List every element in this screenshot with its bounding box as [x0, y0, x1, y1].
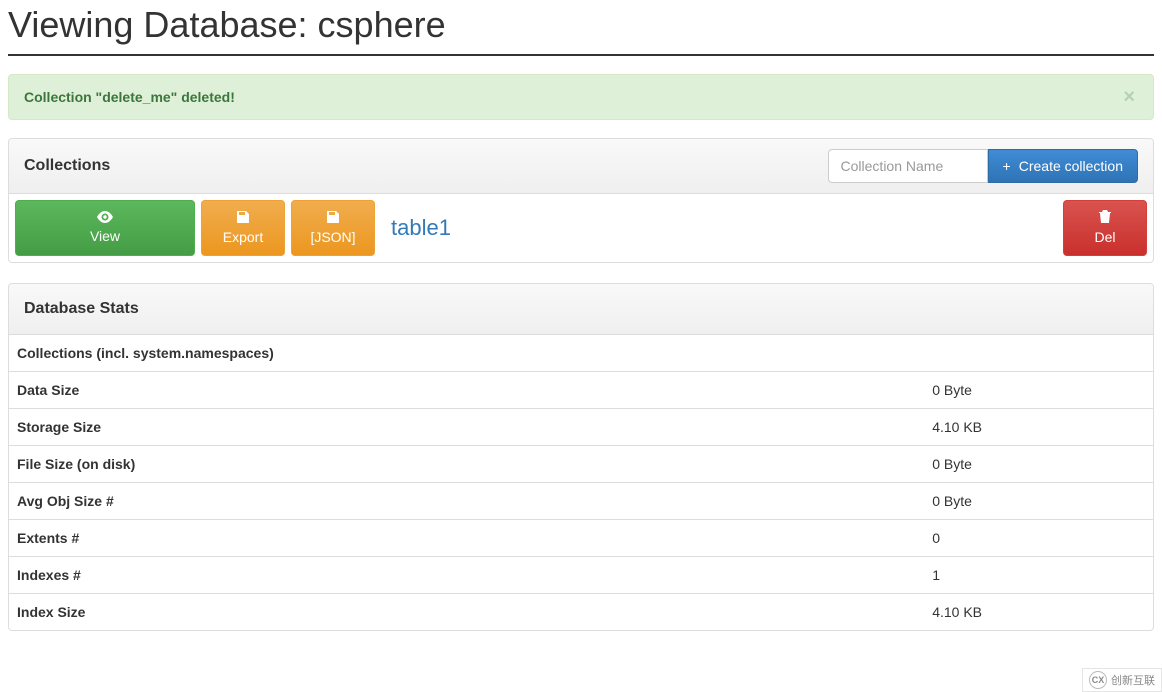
eye-icon: [96, 211, 114, 225]
stats-panel-heading: Database Stats: [9, 284, 1153, 335]
stats-heading-text: Database Stats: [24, 300, 1138, 318]
alert-message: Collection "delete_me" deleted!: [24, 89, 235, 105]
stats-value: 0 Byte: [924, 446, 1153, 483]
plus-icon: +: [1003, 159, 1011, 173]
create-collection-button[interactable]: + Create collection: [988, 149, 1138, 183]
export-json-button[interactable]: [JSON]: [291, 200, 375, 256]
save-icon: [236, 210, 250, 226]
stats-value: 0: [924, 520, 1153, 557]
collections-panel-body: View Export [JSON] table1: [9, 194, 1153, 262]
collections-panel: Collections + Create collection View: [8, 138, 1154, 263]
stats-label: Collections (incl. system.namespaces): [9, 335, 924, 372]
view-button[interactable]: View: [15, 200, 195, 256]
page-title-prefix: Viewing Database:: [8, 4, 318, 45]
page-title: Viewing Database: csphere: [8, 4, 1154, 56]
export-json-button-label: [JSON]: [310, 228, 355, 246]
stats-label: Indexes #: [9, 557, 924, 594]
stats-table: Collections (incl. system.namespaces)Dat…: [9, 335, 1153, 630]
stats-row: File Size (on disk)0 Byte: [9, 446, 1153, 483]
stats-row: Extents #0: [9, 520, 1153, 557]
watermark-logo: CX: [1089, 671, 1107, 689]
create-collection-form: + Create collection: [828, 149, 1138, 183]
delete-button[interactable]: Del: [1063, 200, 1147, 256]
trash-icon: [1099, 210, 1111, 226]
stats-row: Avg Obj Size #0 Byte: [9, 483, 1153, 520]
stats-label: Avg Obj Size #: [9, 483, 924, 520]
stats-row: Storage Size4.10 KB: [9, 409, 1153, 446]
watermark: CX 创新互联: [1082, 668, 1162, 692]
create-collection-label: Create collection: [1019, 157, 1123, 175]
success-alert: Collection "delete_me" deleted! ×: [8, 74, 1154, 120]
save-icon: [326, 210, 340, 226]
collection-name-cell: table1: [381, 200, 1057, 256]
stats-label: Index Size: [9, 594, 924, 631]
stats-row: Collections (incl. system.namespaces): [9, 335, 1153, 372]
watermark-text: 创新互联: [1111, 672, 1155, 688]
stats-value: [924, 335, 1153, 372]
collection-name-input[interactable]: [828, 149, 988, 183]
stats-label: Storage Size: [9, 409, 924, 446]
stats-label: Data Size: [9, 372, 924, 409]
stats-label: File Size (on disk): [9, 446, 924, 483]
alert-close-button[interactable]: ×: [1117, 85, 1141, 110]
view-button-label: View: [90, 227, 120, 245]
delete-button-label: Del: [1094, 228, 1115, 246]
collections-heading-text: Collections: [24, 157, 828, 175]
stats-value: 0 Byte: [924, 372, 1153, 409]
collection-name-link[interactable]: table1: [391, 215, 451, 241]
stats-panel: Database Stats Collections (incl. system…: [8, 283, 1154, 631]
stats-value: 4.10 KB: [924, 409, 1153, 446]
stats-value: 0 Byte: [924, 483, 1153, 520]
stats-label: Extents #: [9, 520, 924, 557]
export-button-label: Export: [223, 228, 263, 246]
collection-row: View Export [JSON] table1: [15, 200, 1147, 256]
stats-value: 4.10 KB: [924, 594, 1153, 631]
stats-row: Indexes #1: [9, 557, 1153, 594]
export-button[interactable]: Export: [201, 200, 285, 256]
stats-row: Index Size4.10 KB: [9, 594, 1153, 631]
collections-panel-heading: Collections + Create collection: [9, 139, 1153, 194]
stats-row: Data Size0 Byte: [9, 372, 1153, 409]
page-title-dbname: csphere: [318, 4, 446, 45]
stats-value: 1: [924, 557, 1153, 594]
